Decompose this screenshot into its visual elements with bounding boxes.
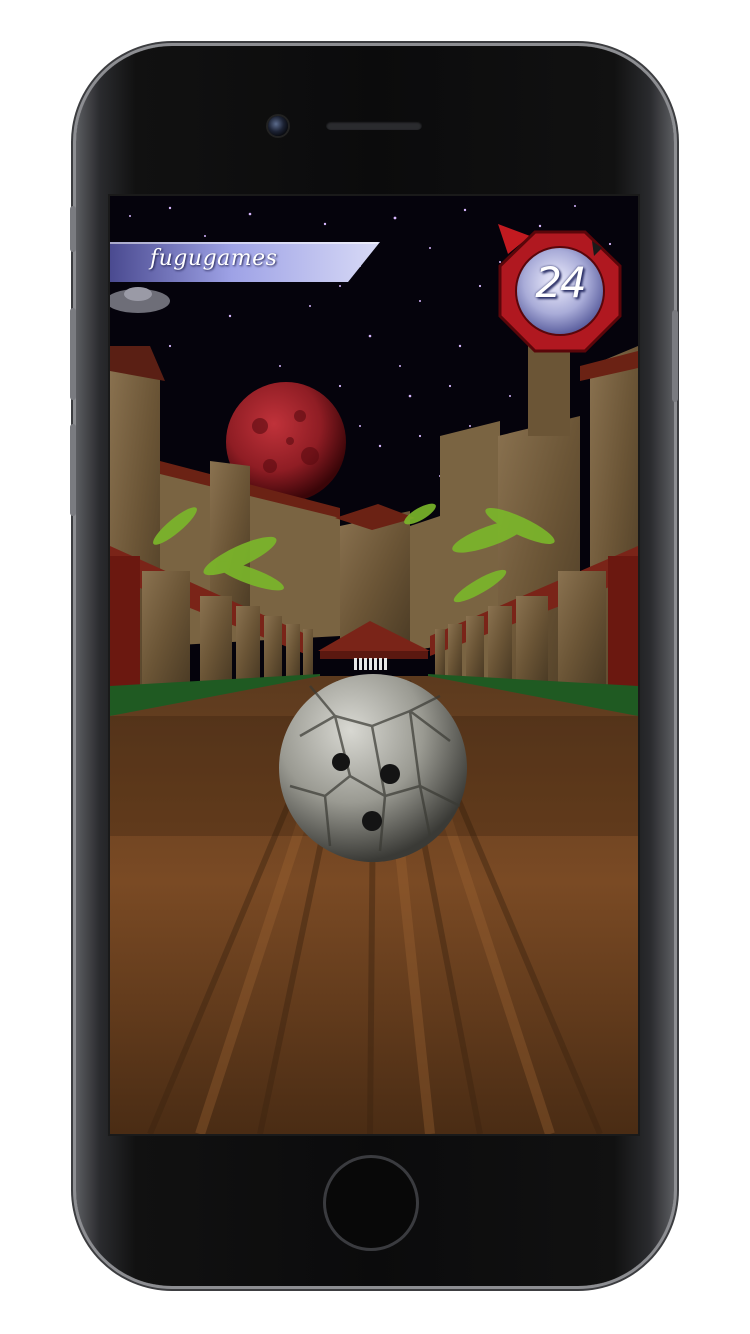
game-screen[interactable]: 24 fugugames	[110, 196, 638, 1134]
game-scene	[110, 196, 638, 1134]
earpiece-speaker	[326, 121, 422, 130]
volume-down-button	[70, 424, 76, 516]
front-camera	[268, 116, 288, 136]
power-button	[672, 310, 678, 402]
player-name: fugugames	[150, 246, 278, 271]
timer-value: 24	[535, 258, 586, 307]
volume-up-button	[70, 308, 76, 400]
stone-bowling-ball	[279, 674, 467, 862]
finger-hole	[332, 753, 350, 771]
home-button[interactable]	[326, 1158, 416, 1248]
thumb-hole	[362, 811, 382, 831]
mute-switch	[70, 206, 76, 252]
finger-hole	[380, 764, 400, 784]
